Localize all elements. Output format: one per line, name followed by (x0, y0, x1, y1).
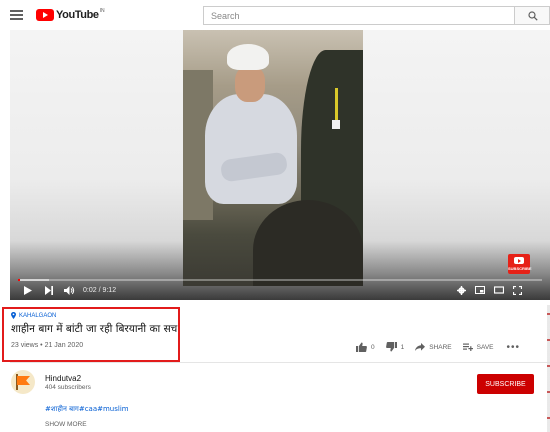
video-actions: 0 1 SHARE SAVE ••• (356, 340, 520, 354)
fullscreen-icon[interactable] (513, 286, 522, 295)
video-meta: 23 views • 21 Jan 2020 (11, 342, 84, 349)
share-arrow-icon (415, 343, 426, 351)
play-icon (514, 257, 524, 264)
subscriber-count: 404 subscribers (45, 384, 91, 391)
progress-bar[interactable] (18, 279, 542, 281)
logo-text: YouTube (56, 9, 99, 21)
thumbs-up-icon (356, 342, 367, 352)
dislike-count: 1 (400, 343, 405, 351)
thumbs-down-icon (385, 342, 397, 352)
play-icon[interactable] (24, 286, 32, 295)
dislike-button[interactable]: 1 (385, 342, 405, 352)
settings-gear-icon[interactable] (457, 286, 466, 295)
save-button[interactable]: SAVE (462, 343, 494, 351)
miniplayer-icon[interactable] (475, 286, 485, 294)
channel-name[interactable]: Hindutva2 (45, 374, 81, 383)
search-input[interactable]: Search (203, 6, 514, 25)
flag-icon (17, 376, 30, 385)
youtube-play-icon (36, 9, 54, 21)
watermark-label: SUBSCRIBE (508, 266, 532, 271)
theater-mode-icon[interactable] (494, 286, 504, 294)
hamburger-menu-icon[interactable] (10, 10, 23, 20)
progress-played (18, 279, 21, 281)
player-controls: 0:02 / 9:12 (10, 282, 550, 300)
progress-loaded (18, 279, 50, 281)
show-more-button[interactable]: SHOW MORE (45, 421, 87, 428)
save-label: SAVE (476, 343, 494, 351)
hashtags[interactable]: #शाहीन बाग#caa#muslim (45, 405, 129, 414)
more-actions-button[interactable]: ••• (507, 342, 521, 353)
volume-icon[interactable] (64, 286, 75, 295)
like-count: 0 (371, 343, 375, 351)
top-bar: YouTube IN Search (0, 0, 550, 30)
video-player[interactable]: SUBSCRIBE 0:02 / 9:12 (10, 30, 550, 300)
search-icon (528, 11, 538, 21)
next-icon[interactable] (45, 286, 53, 295)
divider (10, 362, 550, 363)
like-button[interactable]: 0 (356, 342, 375, 352)
video-frame (183, 30, 363, 286)
search-button[interactable] (514, 6, 550, 25)
playlist-add-icon (462, 343, 473, 351)
subscribe-watermark[interactable]: SUBSCRIBE (508, 254, 532, 274)
youtube-logo[interactable]: YouTube IN (36, 8, 105, 22)
location-pin-icon (11, 312, 16, 319)
share-button[interactable]: SHARE (415, 343, 452, 351)
location-link[interactable]: KAHALGAON (11, 312, 56, 319)
channel-avatar[interactable] (11, 370, 35, 394)
time-display: 0:02 / 9:12 (83, 287, 117, 294)
logo-country-code: IN (99, 8, 105, 14)
subscribe-button[interactable]: SUBSCRIBE (477, 374, 534, 394)
video-title: शाहीन बाग में बांटी जा रही बिरयानी का सच (11, 323, 178, 335)
location-label: KAHALGAON (19, 312, 57, 319)
share-label: SHARE (429, 343, 452, 351)
